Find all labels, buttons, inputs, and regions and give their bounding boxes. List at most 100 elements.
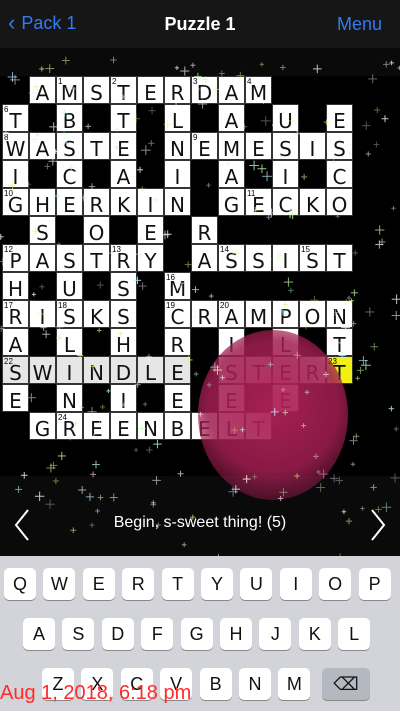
grid-cell[interactable]: E <box>110 412 137 441</box>
grid-cell[interactable]: L <box>218 412 245 441</box>
grid-cell[interactable]: I <box>137 188 164 217</box>
grid-cell[interactable]: N <box>137 412 164 441</box>
key-a[interactable]: A <box>23 618 55 650</box>
next-clue-icon[interactable] <box>366 506 390 544</box>
grid-cell[interactable]: G <box>218 188 245 217</box>
grid-cell[interactable]: I <box>272 244 299 273</box>
key-w[interactable]: W <box>43 568 76 600</box>
grid-cell[interactable]: T <box>110 104 137 133</box>
menu-button[interactable]: Menu <box>337 14 382 35</box>
grid-cell[interactable]: P 12 <box>2 244 29 273</box>
grid-cell[interactable]: Y <box>137 244 164 273</box>
grid-cell[interactable]: N <box>164 132 191 161</box>
grid-cell[interactable]: T6 <box>2 104 29 133</box>
grid-cell[interactable]: A <box>29 76 56 105</box>
grid-cell[interactable]: I <box>164 160 191 189</box>
grid-cell[interactable]: A 20 <box>218 300 245 329</box>
grid-cell[interactable]: E <box>137 76 164 105</box>
grid-cell[interactable]: D <box>110 356 137 385</box>
grid-cell[interactable]: B <box>56 104 83 133</box>
grid-cell[interactable]: R <box>191 216 218 245</box>
grid-cell[interactable]: K <box>299 188 326 217</box>
key-p[interactable]: P <box>358 568 391 600</box>
grid-cell[interactable]: H <box>29 188 56 217</box>
grid-cell[interactable]: E <box>2 384 29 413</box>
grid-cell[interactable]: R <box>164 328 191 357</box>
key-r[interactable]: R <box>122 568 155 600</box>
crossword-grid[interactable]: AM1ST2ERD3AM45T6BTLAUE7W8ASTENE9MESISICA… <box>0 76 400 476</box>
grid-cell[interactable]: E <box>326 104 353 133</box>
grid-cell[interactable]: C <box>272 188 299 217</box>
grid-cell[interactable]: L <box>56 328 83 357</box>
key-j[interactable]: J <box>259 618 292 650</box>
grid-cell[interactable]: H <box>2 272 29 301</box>
grid-cell[interactable]: A <box>110 160 137 189</box>
key-i[interactable]: I <box>279 568 312 600</box>
key-q[interactable]: Q <box>4 568 36 600</box>
key-g[interactable]: G <box>180 618 213 650</box>
grid-cell[interactable]: I <box>218 328 245 357</box>
grid-cell[interactable]: A <box>2 328 29 357</box>
grid-cell[interactable]: I <box>299 132 326 161</box>
key-y[interactable]: Y <box>201 568 233 600</box>
grid-cell[interactable]: S <box>110 300 137 329</box>
grid-cell[interactable]: S <box>110 272 137 301</box>
grid-cell[interactable]: S 22 <box>2 356 29 385</box>
grid-cell[interactable]: A <box>29 244 56 273</box>
grid-cell[interactable]: N <box>164 188 191 217</box>
grid-cell[interactable]: L <box>272 328 299 357</box>
grid-cell[interactable]: S <box>83 76 110 105</box>
grid-cell[interactable]: C 19 <box>164 300 191 329</box>
grid-cell[interactable]: A <box>218 76 245 105</box>
grid-cell[interactable]: G 10 <box>2 188 29 217</box>
grid-cell[interactable]: B <box>164 412 191 441</box>
grid-cell[interactable]: L <box>164 104 191 133</box>
grid-cell[interactable]: E <box>137 216 164 245</box>
key-m[interactable]: M <box>278 668 311 700</box>
grid-cell[interactable]: M1 <box>56 76 83 105</box>
grid-cell[interactable]: P <box>272 300 299 329</box>
grid-cell[interactable]: S 14 <box>218 244 245 273</box>
grid-cell[interactable]: I <box>56 356 83 385</box>
grid-cell[interactable]: R <box>299 356 326 385</box>
grid-cell[interactable]: T <box>83 132 110 161</box>
grid-cell[interactable]: N <box>326 300 353 329</box>
grid-cell[interactable]: G <box>29 412 56 441</box>
grid-cell[interactable]: R <box>83 188 110 217</box>
grid-cell[interactable]: R <box>164 76 191 105</box>
grid-cell[interactable]: M <box>218 132 245 161</box>
key-u[interactable]: U <box>240 568 273 600</box>
grid-cell[interactable]: U <box>56 272 83 301</box>
grid-cell[interactable]: S <box>272 132 299 161</box>
grid-cell[interactable]: S <box>56 132 83 161</box>
grid-cell[interactable]: K <box>83 300 110 329</box>
grid-cell[interactable]: T 23 <box>326 356 353 385</box>
key-e[interactable]: E <box>82 568 115 600</box>
grid-cell[interactable]: H <box>110 328 137 357</box>
grid-cell[interactable]: A <box>29 132 56 161</box>
grid-cell[interactable]: N <box>56 384 83 413</box>
grid-cell[interactable]: U <box>272 104 299 133</box>
grid-cell[interactable]: C <box>326 160 353 189</box>
grid-cell[interactable]: R 24 <box>56 412 83 441</box>
grid-cell[interactable]: T <box>326 244 353 273</box>
key-n[interactable]: N <box>239 668 271 700</box>
key-h[interactable]: H <box>220 618 252 650</box>
grid-cell[interactable]: E <box>164 356 191 385</box>
key-b[interactable]: B <box>199 668 232 700</box>
grid-cell[interactable]: A <box>218 104 245 133</box>
grid-cell[interactable]: O <box>326 188 353 217</box>
grid-cell[interactable]: M 16 <box>164 272 191 301</box>
grid-cell[interactable]: O <box>299 300 326 329</box>
grid-cell[interactable]: S <box>218 356 245 385</box>
grid-cell[interactable]: T <box>83 244 110 273</box>
key-k[interactable]: K <box>298 618 331 650</box>
grid-cell[interactable]: L <box>137 356 164 385</box>
grid-cell[interactable]: E <box>245 132 272 161</box>
grid-cell[interactable]: E <box>218 384 245 413</box>
key-f[interactable]: F <box>141 618 174 650</box>
grid-cell[interactable]: I <box>272 160 299 189</box>
grid-cell[interactable]: O <box>83 216 110 245</box>
grid-cell[interactable]: M4 <box>245 76 272 105</box>
grid-cell[interactable]: S 18 <box>56 300 83 329</box>
